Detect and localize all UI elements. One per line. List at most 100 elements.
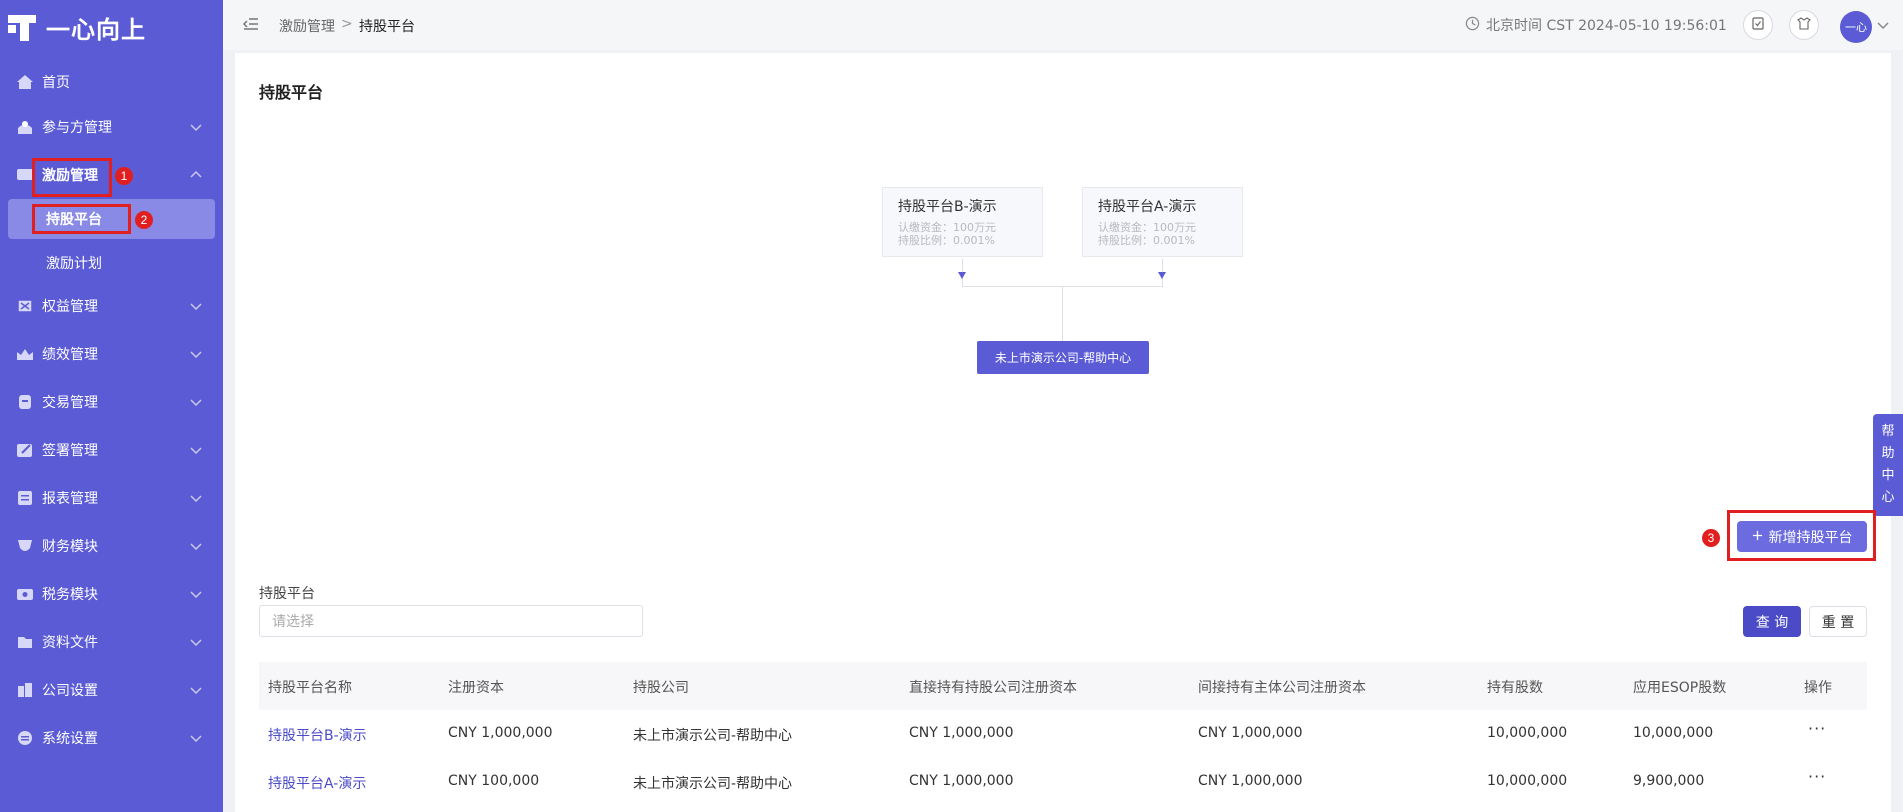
help-char: 中: [1881, 468, 1895, 483]
sidebar-item-report[interactable]: 报表管理: [0, 478, 223, 518]
org-node-name: 持股平台A-演示: [1098, 199, 1197, 215]
annotation-badge-3: 3: [1702, 529, 1720, 547]
sidebar-item-label: 绩效管理: [42, 347, 98, 363]
sidebar-subitem-incentive-plan[interactable]: 激励计划: [8, 243, 215, 283]
select-placeholder: 请选择: [272, 614, 314, 630]
annotation-badge-2: 2: [135, 211, 153, 229]
org-root-company[interactable]: 未上市演示公司-帮助中心: [977, 341, 1149, 374]
table-cell: CNY 1,000,000: [909, 725, 1014, 741]
sidebar-item-participants[interactable]: 参与方管理: [0, 107, 223, 147]
chevron-down-icon: [189, 731, 203, 745]
org-node-capital: 认缴资金：100万元: [1098, 221, 1196, 234]
chevron-down-icon: [189, 443, 203, 457]
table-cell: 10,000,000: [1487, 725, 1568, 741]
clock-text: 北京时间 CST 2024-05-10 19:56:01: [1486, 18, 1727, 34]
sidebar-item-label: 权益管理: [42, 299, 98, 315]
brand-name: 一心向上: [46, 15, 146, 44]
shirt-icon: [1797, 16, 1811, 34]
company-settings-icon: [16, 682, 34, 698]
task-button[interactable]: [1743, 10, 1773, 40]
chevron-down-icon[interactable]: [1876, 18, 1890, 32]
table-cell: CNY 1,000,000: [448, 725, 553, 741]
chevron-down-icon: [189, 347, 203, 361]
annotation-box-incentive: [32, 158, 112, 197]
finance-icon: [16, 538, 34, 554]
filter-label: 持股平台: [259, 586, 315, 602]
menu-collapse-icon[interactable]: [242, 15, 260, 33]
help-center-tab[interactable]: 帮 助 中 心: [1873, 414, 1903, 516]
more-actions-icon[interactable]: ···: [1808, 767, 1826, 786]
theme-button[interactable]: [1789, 10, 1819, 40]
sidebar-item-tax[interactable]: 税务模块: [0, 574, 223, 614]
chevron-down-icon: [189, 587, 203, 601]
sidebar-item-files[interactable]: 资料文件: [0, 622, 223, 662]
table-header: 持股平台名称 注册资本 持股公司 直接持有持股公司注册资本 间接持有主体公司注册…: [259, 662, 1867, 710]
home-icon: [16, 74, 34, 90]
sidebar-item-label: 报表管理: [42, 491, 98, 507]
table-cell: 未上市演示公司-帮助中心: [633, 728, 793, 744]
arrow-down-icon: [958, 272, 966, 279]
sidebar-item-sign[interactable]: 签署管理: [0, 430, 223, 470]
sidebar-item-label: 交易管理: [42, 395, 98, 411]
system-settings-icon: [16, 730, 34, 746]
sidebar-item-label: 公司设置: [42, 683, 98, 699]
org-node-ratio: 持股比例：0.001%: [898, 234, 995, 247]
report-icon: [16, 490, 34, 506]
breadcrumb-current: 持股平台: [359, 19, 415, 35]
breadcrumb-parent[interactable]: 激励管理: [279, 16, 335, 36]
chevron-down-icon: [189, 120, 203, 134]
chevron-down-icon: [189, 635, 203, 649]
sidebar-item-label: 签署管理: [42, 443, 98, 459]
org-node-platform-a[interactable]: 持股平台A-演示 认缴资金：100万元 持股比例：0.001%: [1082, 187, 1243, 257]
tax-icon: [16, 586, 34, 602]
breadcrumb-separator: >: [341, 16, 353, 32]
table-cell: 10,000,000: [1633, 725, 1714, 741]
clock: 北京时间 CST 2024-05-10 19:56:01: [1465, 15, 1727, 35]
column-header: 持有股数: [1487, 680, 1543, 696]
table-cell: CNY 1,000,000: [909, 773, 1014, 789]
sidebar-item-label: 参与方管理: [42, 120, 112, 136]
annotation-badge-1: 1: [115, 167, 133, 185]
help-char: 心: [1881, 490, 1895, 505]
column-header: 应用ESOP股数: [1633, 680, 1727, 696]
sidebar-subitem-label: 激励计划: [46, 256, 102, 272]
sidebar-item-label: 首页: [42, 75, 70, 91]
sidebar-item-label: 系统设置: [42, 731, 98, 747]
sidebar-item-system-settings[interactable]: 系统设置: [0, 718, 223, 758]
reset-button[interactable]: 重 置: [1809, 606, 1867, 637]
platform-name-link[interactable]: 持股平台A-演示: [268, 773, 366, 793]
sidebar-item-label: 资料文件: [42, 635, 98, 651]
platform-name-link[interactable]: 持股平台B-演示: [268, 725, 367, 745]
org-node-name: 持股平台B-演示: [898, 199, 997, 215]
chevron-down-icon: [189, 395, 203, 409]
help-char: 帮: [1881, 424, 1895, 439]
column-header: 间接持有主体公司注册资本: [1198, 680, 1366, 696]
files-icon: [16, 634, 34, 650]
avatar[interactable]: 一心: [1840, 11, 1872, 43]
chevron-up-icon: [189, 168, 203, 182]
table-cell: 10,000,000: [1487, 773, 1568, 789]
annotation-box-holding-platform: [32, 204, 131, 234]
column-header: 直接持有持股公司注册资本: [909, 680, 1077, 696]
connector-line: [1062, 286, 1063, 342]
sidebar-item-company-settings[interactable]: 公司设置: [0, 670, 223, 710]
org-node-platform-b[interactable]: 持股平台B-演示 认缴资金：100万元 持股比例：0.001%: [882, 187, 1043, 257]
query-button[interactable]: 查 询: [1743, 606, 1801, 637]
annotation-box-add: [1727, 510, 1876, 561]
table-cell: CNY 100,000: [448, 773, 540, 789]
sidebar-item-trade[interactable]: 交易管理: [0, 382, 223, 422]
sidebar-item-equity[interactable]: 权益管理: [0, 286, 223, 326]
participants-icon: [16, 119, 34, 135]
sidebar-item-performance[interactable]: 绩效管理: [0, 334, 223, 374]
table-row: 持股平台A-演示 CNY 100,000 未上市演示公司-帮助中心 CNY 1,…: [259, 758, 1867, 806]
brand-logo[interactable]: 一心向上: [8, 10, 146, 44]
sidebar: 一心向上 首页 参与方管理 激励管理 持股平台 激励计划 权益管理 绩效管理 交…: [0, 0, 223, 812]
more-actions-icon[interactable]: ···: [1808, 719, 1826, 738]
holding-platform-select[interactable]: 请选择: [259, 605, 643, 637]
table-cell: CNY 1,000,000: [1198, 773, 1303, 789]
sidebar-item-home[interactable]: 首页: [0, 62, 223, 102]
chevron-down-icon: [189, 299, 203, 313]
sign-icon: [16, 442, 34, 458]
trade-icon: [16, 394, 34, 410]
sidebar-item-finance[interactable]: 财务模块: [0, 526, 223, 566]
